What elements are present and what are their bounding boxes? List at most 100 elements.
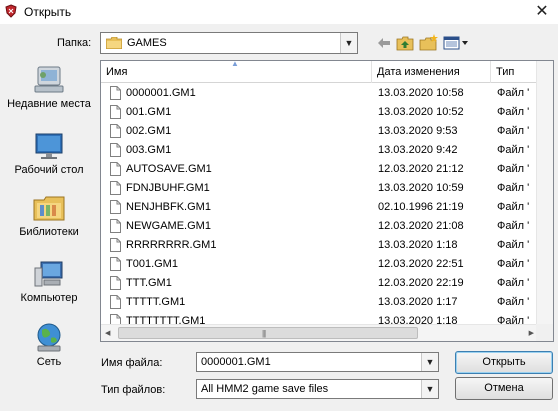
places-bar: Недавние места Рабочий стол Библиотеки К… bbox=[4, 60, 94, 380]
back-arrow-icon bbox=[378, 38, 390, 48]
filename-value: 0000001.GM1 bbox=[201, 356, 271, 368]
cancel-button[interactable]: Отмена bbox=[455, 377, 553, 400]
file-name: TTT.GM1 bbox=[126, 277, 172, 289]
file-row[interactable]: 002.GM1 13.03.2020 9:53 Файл ' bbox=[101, 122, 553, 141]
scroll-right-icon[interactable]: ▶ bbox=[529, 329, 534, 337]
file-name: 002.GM1 bbox=[126, 125, 172, 137]
place-recent[interactable]: Недавние места bbox=[4, 64, 94, 110]
grip-icon: ||| bbox=[262, 329, 266, 338]
file-icon bbox=[110, 257, 121, 271]
folder-combo[interactable]: GAMES ▼ bbox=[100, 32, 358, 54]
filetype-label: Тип файлов: bbox=[101, 384, 166, 396]
place-network[interactable]: Сеть bbox=[4, 322, 94, 368]
file-type: Файл ' bbox=[497, 220, 530, 232]
file-name: NENJHBFK.GM1 bbox=[126, 201, 211, 213]
file-name: 001.GM1 bbox=[126, 106, 172, 118]
list-header: ▲ Имя Дата изменения Тип bbox=[101, 61, 553, 83]
file-date: 13.03.2020 1:18 bbox=[378, 239, 458, 251]
vertical-scrollbar[interactable] bbox=[536, 61, 553, 326]
filename-input[interactable]: 0000001.GM1 ▼ bbox=[196, 352, 439, 372]
file-name: AUTOSAVE.GM1 bbox=[126, 163, 212, 175]
file-row[interactable]: AUTOSAVE.GM1 12.03.2020 21:12 Файл ' bbox=[101, 160, 553, 179]
place-label: Библиотеки bbox=[19, 226, 79, 238]
file-row[interactable]: TTTTT.GM1 13.03.2020 1:17 Файл ' bbox=[101, 293, 553, 312]
file-icon bbox=[110, 181, 121, 195]
file-type: Файл ' bbox=[497, 277, 530, 289]
file-date: 12.03.2020 22:19 bbox=[378, 277, 464, 289]
horizontal-scroll-thumb[interactable]: ||| bbox=[118, 327, 418, 339]
file-row[interactable]: 0000001.GM1 13.03.2020 10:58 Файл ' bbox=[101, 84, 553, 103]
folder-dropdown-arrow[interactable]: ▼ bbox=[340, 33, 357, 53]
desktop-icon bbox=[35, 133, 63, 159]
new-folder-button[interactable] bbox=[419, 33, 439, 53]
file-icon bbox=[110, 238, 121, 252]
horizontal-scrollbar[interactable]: ◀ ||| ▶ bbox=[101, 324, 538, 341]
place-label: Компьютер bbox=[20, 292, 78, 304]
file-list[interactable]: ▲ Имя Дата изменения Тип 0000001.GM1 13.0… bbox=[100, 60, 554, 342]
place-computer[interactable]: Компьютер bbox=[4, 258, 94, 304]
place-libraries[interactable]: Библиотеки bbox=[4, 192, 94, 238]
folder-label: Папка: bbox=[57, 37, 92, 49]
file-type: Файл ' bbox=[497, 144, 530, 156]
place-label: Недавние места bbox=[7, 98, 91, 110]
file-type: Файл ' bbox=[497, 258, 530, 270]
file-date: 13.03.2020 9:42 bbox=[378, 144, 458, 156]
file-row[interactable]: RRRRRRRR.GM1 13.03.2020 1:18 Файл ' bbox=[101, 236, 553, 255]
scroll-left-icon[interactable]: ◀ bbox=[105, 329, 110, 337]
file-row[interactable]: NEWGAME.GM1 12.03.2020 21:08 Файл ' bbox=[101, 217, 553, 236]
chevron-down-icon: ▼ bbox=[425, 384, 435, 394]
file-row[interactable]: NENJHBFK.GM1 02.10.1996 21:19 Файл ' bbox=[101, 198, 553, 217]
view-menu-button[interactable] bbox=[442, 33, 470, 53]
filetype-dropdown-arrow[interactable]: ▼ bbox=[421, 380, 438, 398]
file-row[interactable]: 001.GM1 13.03.2020 10:52 Файл ' bbox=[101, 103, 553, 122]
filename-dropdown-arrow[interactable]: ▼ bbox=[421, 353, 438, 371]
column-header-date[interactable]: Дата изменения bbox=[372, 61, 490, 83]
file-name: 0000001.GM1 bbox=[126, 87, 196, 99]
file-type: Файл ' bbox=[497, 106, 530, 118]
open-file-dialog: Открыть ✕ Папка: GAMES ▼ Недавние места … bbox=[0, 0, 558, 411]
file-date: 13.03.2020 1:17 bbox=[378, 296, 458, 308]
file-icon bbox=[110, 162, 121, 176]
column-header-name[interactable]: Имя bbox=[101, 61, 371, 83]
file-row[interactable]: T001.GM1 12.03.2020 22:51 Файл ' bbox=[101, 255, 553, 274]
file-type: Файл ' bbox=[497, 201, 530, 213]
file-name: NEWGAME.GM1 bbox=[126, 220, 211, 232]
folder-icon bbox=[106, 37, 122, 49]
file-icon bbox=[110, 143, 121, 157]
view-menu-icon bbox=[443, 36, 468, 50]
window-title: Открыть bbox=[24, 5, 72, 19]
file-type: Файл ' bbox=[497, 163, 530, 175]
column-header-type[interactable]: Тип bbox=[491, 61, 539, 83]
filename-label: Имя файла: bbox=[101, 357, 163, 369]
up-folder-icon bbox=[396, 36, 414, 51]
file-date: 13.03.2020 10:58 bbox=[378, 87, 464, 99]
file-date: 02.10.1996 21:19 bbox=[378, 201, 464, 213]
file-name: RRRRRRRR.GM1 bbox=[126, 239, 217, 251]
file-date: 13.03.2020 10:52 bbox=[378, 106, 464, 118]
file-row[interactable]: TTT.GM1 12.03.2020 22:19 Файл ' bbox=[101, 274, 553, 293]
file-type: Файл ' bbox=[497, 296, 530, 308]
file-row[interactable]: FDNJBUHF.GM1 13.03.2020 10:59 Файл ' bbox=[101, 179, 553, 198]
file-icon bbox=[110, 219, 121, 233]
title-bar: Открыть ✕ bbox=[0, 0, 558, 24]
filetype-select[interactable]: All HMM2 game save files ▼ bbox=[196, 379, 439, 399]
chevron-down-icon: ▼ bbox=[344, 38, 354, 48]
file-type: Файл ' bbox=[497, 182, 530, 194]
file-icon bbox=[110, 86, 121, 100]
place-label: Сеть bbox=[36, 356, 62, 368]
folder-value: GAMES bbox=[127, 37, 167, 49]
file-icon bbox=[110, 295, 121, 309]
back-button[interactable] bbox=[374, 33, 394, 53]
file-type: Файл ' bbox=[497, 125, 530, 137]
up-folder-button[interactable] bbox=[395, 33, 415, 53]
file-date: 13.03.2020 9:53 bbox=[378, 125, 458, 137]
close-button[interactable]: ✕ bbox=[532, 3, 552, 21]
open-button[interactable]: Открыть bbox=[455, 351, 553, 374]
file-name: T001.GM1 bbox=[126, 258, 178, 270]
libraries-icon bbox=[33, 196, 65, 221]
computer-icon bbox=[34, 261, 63, 287]
file-icon bbox=[110, 200, 121, 214]
file-row[interactable]: 003.GM1 13.03.2020 9:42 Файл ' bbox=[101, 141, 553, 160]
file-date: 12.03.2020 22:51 bbox=[378, 258, 464, 270]
place-desktop[interactable]: Рабочий стол bbox=[4, 130, 94, 176]
